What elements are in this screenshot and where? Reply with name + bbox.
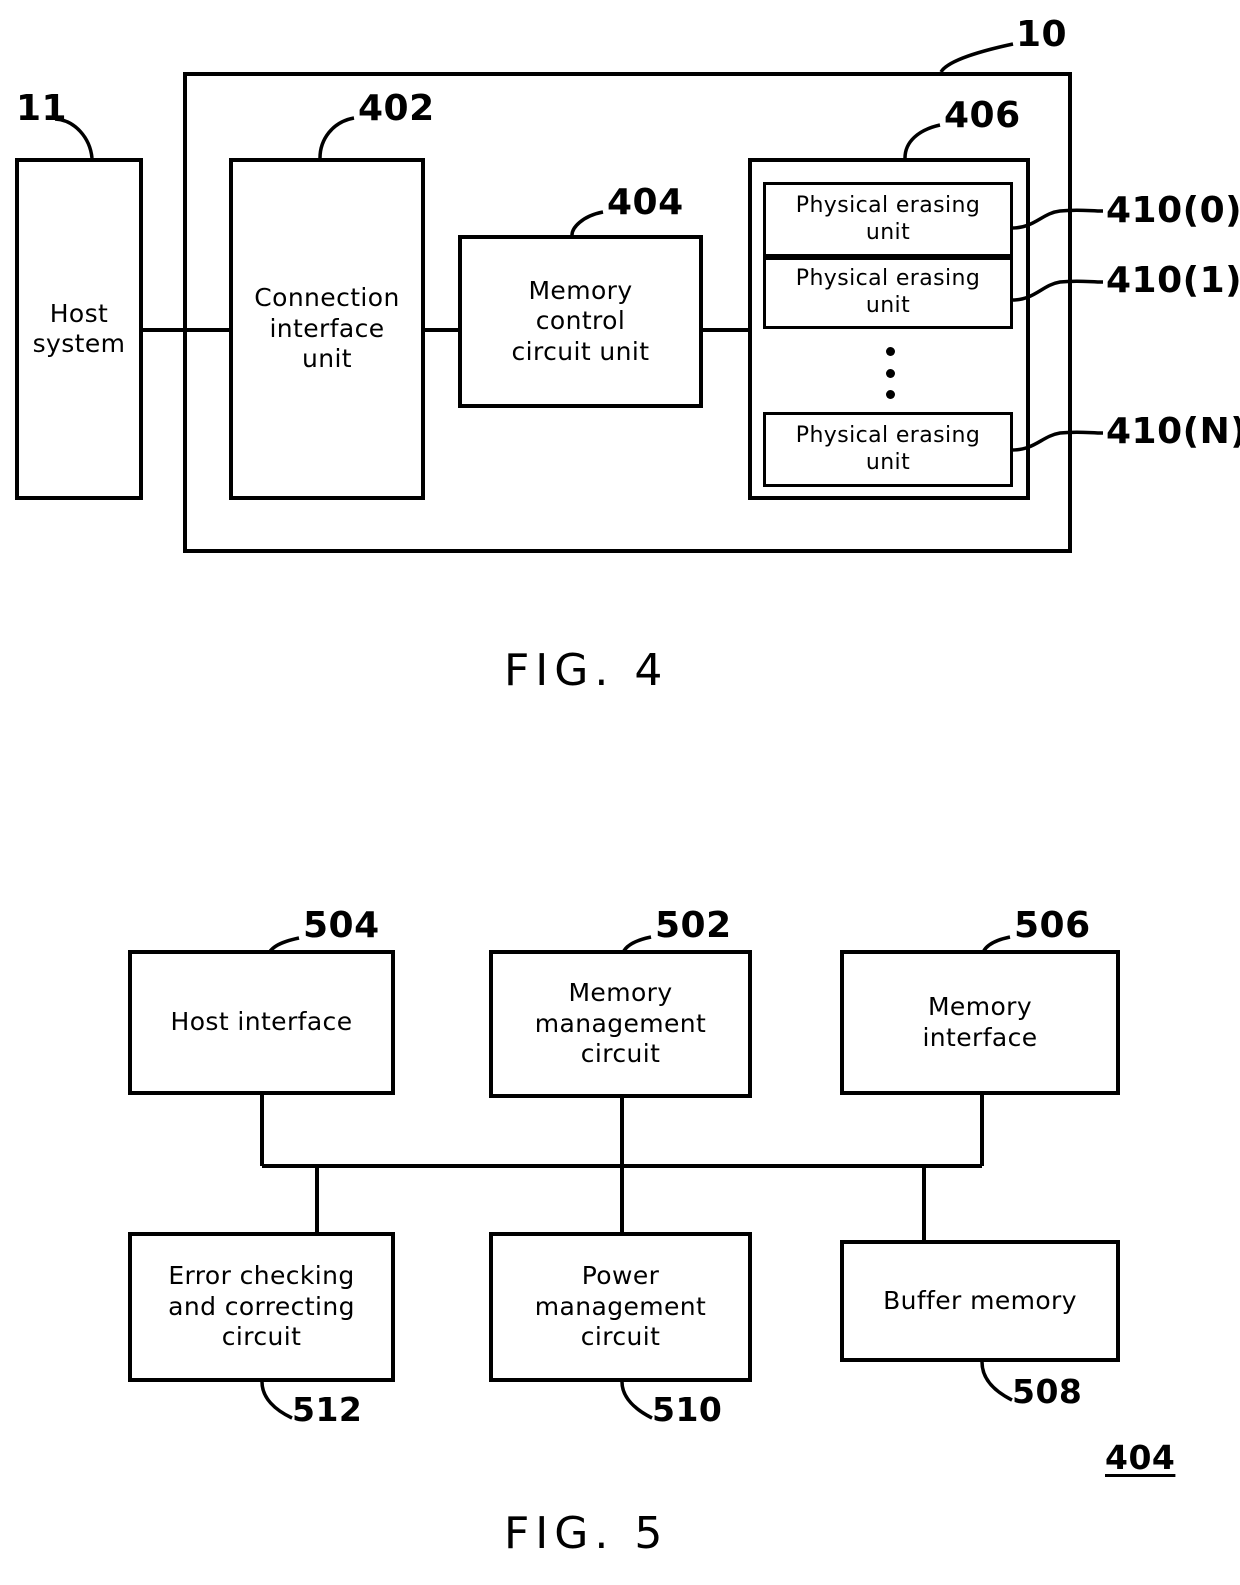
ref-label-410-n: 410(N) <box>1106 411 1240 452</box>
ref-label-512: 512 <box>292 1390 363 1429</box>
host-interface-block[interactable]: Host interface <box>128 950 395 1095</box>
memory-interface-block[interactable]: Memory interface <box>840 950 1120 1095</box>
ref-label-402: 402 <box>358 88 435 129</box>
ref-label-11: 11 <box>16 88 68 129</box>
error-checking-and-correcting-circuit-block[interactable]: Error checking and correcting circuit <box>128 1232 395 1382</box>
ref-label-504: 504 <box>303 905 380 946</box>
buffer-memory-block[interactable]: Buffer memory <box>840 1240 1120 1362</box>
physical-erasing-unit-0-block[interactable]: Physical erasing unit <box>763 182 1013 257</box>
ref-label-410-1: 410(1) <box>1106 260 1240 301</box>
patent-drawing-sheet: Host system Connection interface unit Me… <box>0 0 1240 1585</box>
physical-erasing-unit-n-block[interactable]: Physical erasing unit <box>763 412 1013 487</box>
figure-4-caption: FIG. 4 <box>504 645 669 696</box>
physical-erasing-unit-1-block[interactable]: Physical erasing unit <box>763 257 1013 329</box>
ref-label-410-0: 410(0) <box>1106 190 1240 231</box>
ref-label-404: 404 <box>607 182 684 223</box>
ref-label-508: 508 <box>1012 1372 1083 1411</box>
figure-5-caption: FIG. 5 <box>504 1508 669 1559</box>
ref-label-406: 406 <box>944 95 1021 136</box>
leader-512 <box>260 1381 293 1420</box>
leader-10 <box>939 42 1014 74</box>
host-system-block[interactable]: Host system <box>15 158 143 500</box>
ref-label-502: 502 <box>655 905 732 946</box>
memory-management-circuit-block[interactable]: Memory management circuit <box>489 950 752 1098</box>
leader-510 <box>620 1381 653 1420</box>
power-management-circuit-block[interactable]: Power management circuit <box>489 1232 752 1382</box>
vertical-ellipsis-icon <box>885 347 895 399</box>
memory-control-circuit-unit-block[interactable]: Memory control circuit unit <box>458 235 703 408</box>
ref-label-10: 10 <box>1016 14 1068 55</box>
ref-label-506: 506 <box>1014 905 1091 946</box>
connection-interface-unit-block[interactable]: Connection interface unit <box>229 158 425 500</box>
ref-label-510: 510 <box>652 1390 723 1429</box>
leader-508 <box>980 1361 1013 1402</box>
ref-label-404-assembly: 404 <box>1105 1438 1176 1477</box>
